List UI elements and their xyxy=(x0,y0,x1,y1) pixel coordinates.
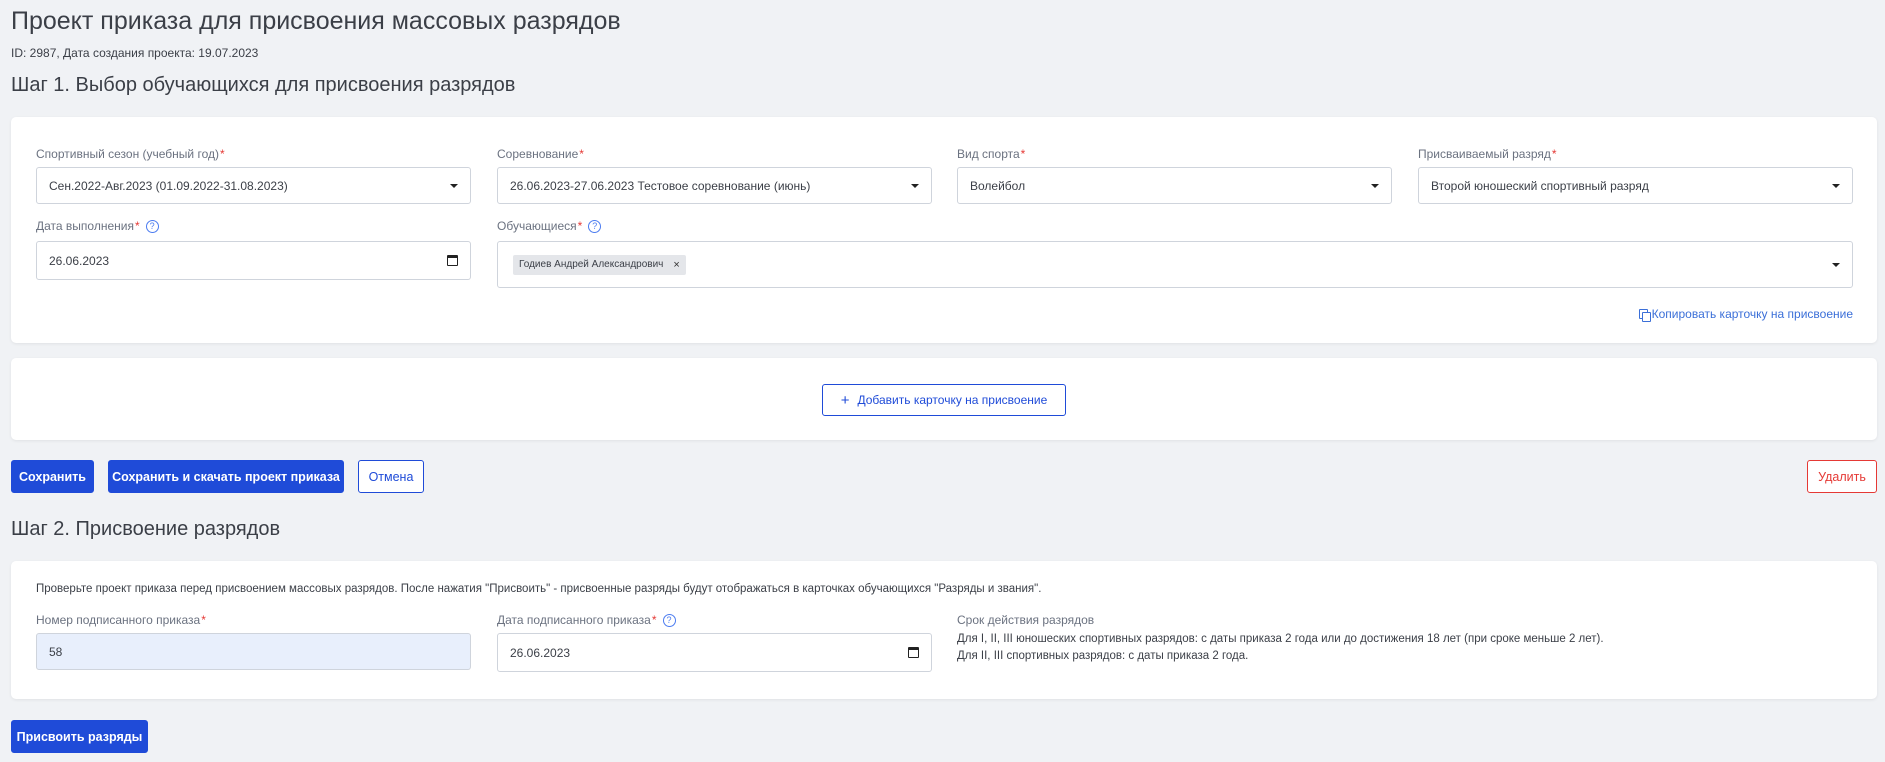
sport-select[interactable]: Волейбол xyxy=(957,167,1392,204)
validity-title: Срок действия разрядов xyxy=(957,613,1095,627)
chevron-down-icon xyxy=(1832,262,1840,267)
order-date-input[interactable]: 26.06.2023 xyxy=(497,633,932,672)
help-icon[interactable]: ? xyxy=(145,219,159,233)
step1-title: Шаг 1. Выбор обучающихся для присвоения … xyxy=(11,74,516,96)
rank-select[interactable]: Второй юношеский спортивный разряд xyxy=(1418,167,1853,204)
competition-label: Соревнование * xyxy=(497,147,584,161)
rank-label: Присваиваемый разряд * xyxy=(1418,147,1557,161)
project-meta: ID: 2987, Дата создания проекта: 19.07.2… xyxy=(11,46,259,60)
validity-line-1: Для I, II, III юношеских спортивных разр… xyxy=(957,633,1604,645)
calendar-icon[interactable] xyxy=(908,646,919,658)
completion-date-input[interactable]: 26.06.2023 xyxy=(36,241,471,280)
add-card-button[interactable]: + Добавить карточку на присвоение xyxy=(822,384,1066,416)
completion-date-value: 26.06.2023 xyxy=(49,253,110,268)
sport-value: Волейбол xyxy=(970,178,1026,193)
season-label: Спортивный сезон (учебный год) * xyxy=(36,147,225,161)
chevron-down-icon xyxy=(450,183,458,188)
step2-title: Шаг 2. Присвоение разрядов xyxy=(11,518,281,540)
sport-label: Вид спорта * xyxy=(957,147,1026,161)
step2-card: Проверьте проект приказа перед присвоени… xyxy=(11,561,1877,699)
validity-line-2: Для II, III спортивных разрядов: с даты … xyxy=(957,650,1249,662)
order-number-value: 58 xyxy=(49,644,63,659)
delete-button[interactable]: Удалить xyxy=(1807,460,1877,493)
date-label: Дата выполнения * ? xyxy=(36,219,159,233)
students-multiselect[interactable]: Годиев Андрей Александрович × xyxy=(497,241,1853,288)
step1-card: Спортивный сезон (учебный год) * Соревнов… xyxy=(11,117,1877,343)
calendar-icon[interactable] xyxy=(447,254,458,266)
competition-select[interactable]: 26.06.2023-27.06.2023 Тестовое соревнова… xyxy=(497,167,932,204)
help-icon[interactable]: ? xyxy=(662,613,676,627)
chevron-down-icon xyxy=(1371,183,1379,188)
order-number-input[interactable]: 58 xyxy=(36,633,471,670)
save-button[interactable]: Сохранить xyxy=(11,460,94,493)
order-date-label: Дата подписанного приказа * ? xyxy=(497,613,676,627)
chevron-down-icon xyxy=(911,183,919,188)
student-chip: Годиев Андрей Александрович × xyxy=(513,254,686,275)
students-label: Обучающиеся * ? xyxy=(497,219,602,233)
help-icon[interactable]: ? xyxy=(588,219,602,233)
order-date-value: 26.06.2023 xyxy=(510,645,571,660)
cancel-button[interactable]: Отмена xyxy=(358,460,424,493)
save-download-button[interactable]: Сохранить и скачать проект приказа xyxy=(108,460,344,493)
competition-value: 26.06.2023-27.06.2023 Тестовое соревнова… xyxy=(510,178,811,193)
add-card-panel: + Добавить карточку на присвоение xyxy=(11,358,1877,440)
student-chip-label: Годиев Андрей Александрович xyxy=(519,259,664,270)
rank-value: Второй юношеский спортивный разряд xyxy=(1431,178,1649,193)
season-value: Сен.2022-Авг.2023 (01.09.2022-31.08.2023… xyxy=(49,178,288,193)
step2-notice: Проверьте проект приказа перед присвоени… xyxy=(36,583,1042,595)
close-icon[interactable]: × xyxy=(673,259,679,271)
plus-icon: + xyxy=(840,391,850,409)
copy-card-link[interactable]: Копировать карточку на присвоение xyxy=(1638,307,1853,322)
copy-icon xyxy=(1638,308,1651,322)
chevron-down-icon xyxy=(1832,183,1840,188)
assign-ranks-button[interactable]: Присвоить разряды xyxy=(11,720,148,753)
order-number-label: Номер подписанного приказа * xyxy=(36,613,206,627)
page-title: Проект приказа для присвоения массовых р… xyxy=(11,7,621,35)
season-select[interactable]: Сен.2022-Авг.2023 (01.09.2022-31.08.2023… xyxy=(36,167,471,204)
